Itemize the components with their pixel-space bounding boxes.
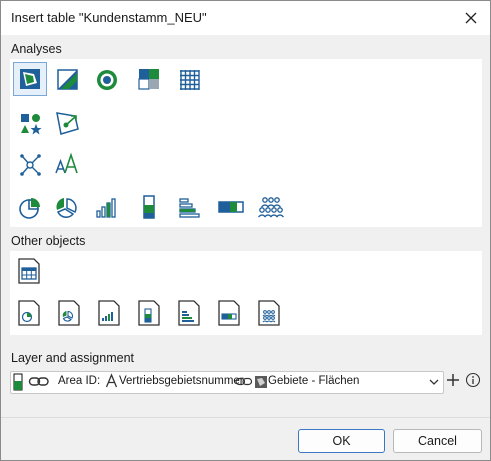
cancel-button[interactable]: Cancel <box>393 429 482 453</box>
insert-table-dialog: Insert table "Kundenstamm_NEU" Analyses <box>0 0 491 461</box>
text-labels-icon[interactable] <box>51 148 83 180</box>
area-coloring-icon[interactable] <box>13 62 47 96</box>
exploded-pie-icon[interactable] <box>51 191 83 223</box>
doc-stacked-bar-icon[interactable] <box>134 297 166 329</box>
analyses-section-label: Analyses <box>11 42 62 56</box>
text-field-icon <box>105 373 118 392</box>
doc-exploded-pie-icon[interactable] <box>54 297 86 329</box>
stacked-bar-icon[interactable] <box>133 191 165 223</box>
title-bar: Insert table "Kundenstamm_NEU" <box>1 1 490 35</box>
area-gradient-icon[interactable] <box>51 63 83 95</box>
doc-population-icon[interactable] <box>254 297 286 329</box>
chevron-down-icon[interactable] <box>428 376 440 391</box>
layer-assignment-section-label: Layer and assignment <box>11 351 134 365</box>
dialog-title: Insert table "Kundenstamm_NEU" <box>11 10 207 25</box>
doc-bar-chart-icon[interactable] <box>94 297 126 329</box>
population-chart-icon[interactable] <box>255 191 287 223</box>
grid-quadrant-icon[interactable] <box>133 63 165 95</box>
raster-grid-icon[interactable] <box>173 63 205 95</box>
other-objects-section-label: Other objects <box>11 234 86 248</box>
layer-name: Gebiete - Flächen <box>268 375 360 387</box>
area-layer-icon <box>254 374 268 393</box>
other-objects-panel <box>10 251 482 335</box>
network-graph-icon[interactable] <box>14 148 46 180</box>
info-icon[interactable] <box>465 372 481 388</box>
pie-chart-icon[interactable] <box>14 191 46 223</box>
layer-color-icon <box>13 373 23 394</box>
link-icon <box>235 374 253 393</box>
ok-button[interactable]: OK <box>298 429 385 453</box>
shape-symbols-icon[interactable] <box>14 107 46 139</box>
doc-horizontal-bar-icon[interactable] <box>174 297 206 329</box>
doc-pie-icon[interactable] <box>14 297 46 329</box>
horizontal-bar-icon[interactable] <box>173 191 205 223</box>
flow-arrows-icon[interactable] <box>51 107 83 139</box>
add-icon[interactable] <box>445 372 461 388</box>
close-icon[interactable] <box>460 7 482 29</box>
doc-horizontal-stacked-icon[interactable] <box>214 297 246 329</box>
footer-divider <box>1 417 490 418</box>
link-icon <box>28 374 50 393</box>
analyses-panel <box>10 59 482 227</box>
bar-chart-icon[interactable] <box>91 191 123 223</box>
area-id-label: Area ID: <box>58 375 101 387</box>
horizontal-stacked-bar-icon[interactable] <box>215 191 247 223</box>
assignment-dropdown[interactable]: Area ID: Vertriebsgebietsnummer Gebiete … <box>10 371 444 394</box>
field-name: Vertriebsgebietsnummer <box>119 375 244 387</box>
table-object-icon[interactable] <box>14 255 46 287</box>
circle-symbol-icon[interactable] <box>91 63 123 95</box>
